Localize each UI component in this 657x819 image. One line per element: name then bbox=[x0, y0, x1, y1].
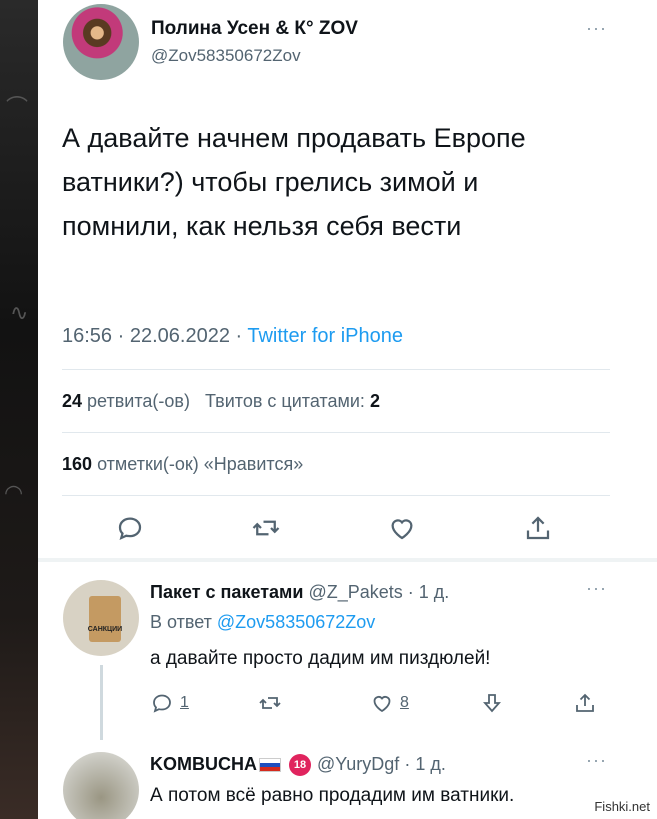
reply-icon bbox=[153, 694, 171, 713]
tweet-meta: 16:56 · 22.06.2022 · Twitter for iPhone bbox=[62, 325, 403, 347]
tweet-source-link[interactable]: Twitter for iPhone bbox=[247, 325, 403, 347]
watermark: Fishki.net bbox=[591, 798, 653, 815]
reply-text: а давайте просто дадим им пиздюлей! bbox=[150, 648, 491, 669]
tweet-card: Полина Усен & К° ZOV @Zov58350672Zov ···… bbox=[38, 0, 657, 819]
avatar-caption: САНКЦИИ bbox=[87, 626, 123, 633]
retweet-icon bbox=[259, 697, 281, 709]
author-name[interactable]: Полина Усен & К° ZOV bbox=[151, 18, 358, 40]
paper-bag-image bbox=[89, 596, 121, 642]
author-avatar[interactable] bbox=[63, 4, 139, 80]
retweet-button[interactable] bbox=[246, 511, 286, 545]
reply-author-handle: @Z_Pakets bbox=[308, 582, 403, 602]
share-icon bbox=[576, 693, 594, 712]
reply-avatar[interactable]: САНКЦИИ bbox=[63, 580, 139, 656]
reply-author[interactable]: Пакет с пакетами @Z_Pakets · 1 д. bbox=[150, 582, 449, 603]
more-options-icon[interactable]: ··· bbox=[586, 18, 607, 39]
share-icon bbox=[526, 516, 550, 540]
tweet-text: А давайте начнем продавать Европе ватник… bbox=[62, 123, 526, 241]
reply-downvote-button[interactable] bbox=[480, 689, 504, 717]
doodle-icon: ⌒ bbox=[6, 95, 29, 120]
reply-avatar[interactable] bbox=[63, 752, 139, 819]
author-handle[interactable]: @Zov58350672Zov bbox=[151, 46, 301, 66]
section-separator bbox=[38, 558, 657, 562]
reply-like-button[interactable]: 8 bbox=[370, 689, 409, 717]
like-button[interactable] bbox=[382, 511, 422, 545]
share-button[interactable] bbox=[518, 511, 558, 545]
reply-button[interactable] bbox=[110, 511, 150, 545]
quotes-label[interactable]: Твитов с цитатами: bbox=[205, 391, 365, 411]
reply-author[interactable]: KOMBUCHA 18 @YuryDgf · 1 д. bbox=[150, 754, 446, 777]
likes-label: отметки(-ок) «Нравится» bbox=[97, 454, 304, 474]
heart-icon bbox=[391, 519, 413, 540]
reply-text: А потом всё равно продадим им ватники. bbox=[150, 785, 515, 806]
reply-author-name: Пакет с пакетами bbox=[150, 582, 304, 602]
reply-count: 1 bbox=[180, 694, 189, 711]
likes-stats[interactable]: 160 отметки(-ок) «Нравится» bbox=[62, 454, 303, 475]
more-options-icon[interactable]: ··· bbox=[586, 578, 607, 599]
retweet-stats: 24 ретвита(-ов) Твитов с цитатами: 2 bbox=[62, 391, 380, 412]
reply-to-label: В ответ bbox=[150, 612, 212, 632]
reply-time: · 1 д. bbox=[404, 754, 446, 774]
reply-icon bbox=[118, 517, 142, 541]
doodle-icon: ∿ bbox=[10, 300, 29, 325]
tweet-date[interactable]: 22.06.2022 bbox=[130, 325, 230, 347]
reply-to: В ответ @Zov58350672Zov bbox=[150, 612, 375, 633]
tweet-time[interactable]: 16:56 bbox=[62, 325, 112, 347]
retweet-label[interactable]: ретвита(-ов) bbox=[87, 391, 190, 411]
reply-to-handle[interactable]: @Zov58350672Zov bbox=[217, 612, 375, 632]
age-18-icon: 18 bbox=[289, 754, 311, 777]
reply-retweet-button[interactable] bbox=[258, 689, 282, 717]
heart-icon bbox=[373, 696, 391, 713]
doodle-icon: ◠ bbox=[4, 480, 24, 505]
reply-share-button[interactable] bbox=[573, 689, 597, 717]
thread-line bbox=[100, 665, 103, 740]
reply-author-handle: @YuryDgf bbox=[317, 754, 400, 774]
likes-count: 160 bbox=[62, 454, 93, 474]
russian-flag-icon bbox=[259, 758, 281, 773]
divider bbox=[62, 495, 610, 496]
divider bbox=[62, 432, 610, 433]
reply-time: · 1 д. bbox=[407, 582, 450, 602]
more-options-icon[interactable]: ··· bbox=[586, 750, 607, 771]
retweet-icon bbox=[252, 520, 280, 536]
like-count: 8 bbox=[400, 694, 409, 711]
reply-author-name: KOMBUCHA bbox=[150, 754, 257, 774]
divider bbox=[62, 369, 610, 370]
downvote-icon bbox=[483, 694, 501, 713]
background-strip: ⌒ ∿ ◠ bbox=[0, 0, 40, 819]
quotes-count[interactable]: 2 bbox=[370, 391, 380, 411]
reply-reply-button[interactable]: 1 bbox=[150, 689, 189, 717]
retweet-count[interactable]: 24 bbox=[62, 391, 82, 411]
